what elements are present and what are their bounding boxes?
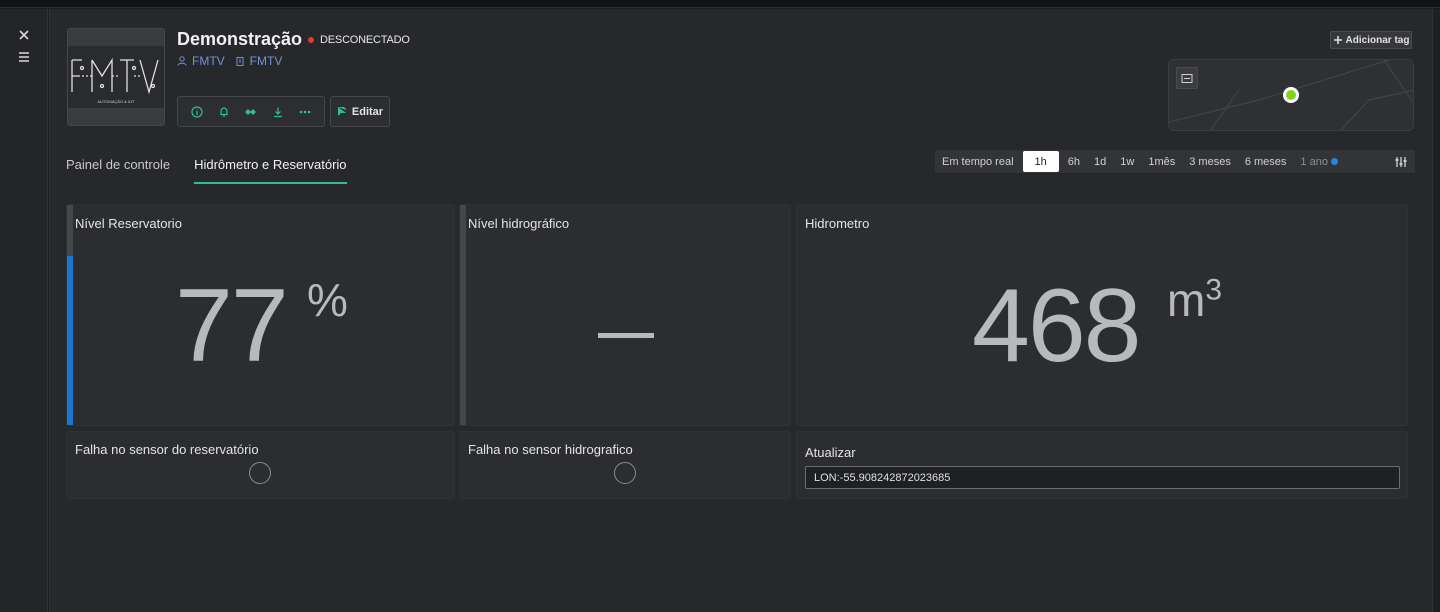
hydro-level-title: Nível hidrográfico [468, 216, 570, 231]
reservoir-level-card: Nível Reservatorio 77 % [66, 204, 455, 426]
reservoir-sensor-failure-card: Falha no sensor do reservatório [66, 431, 455, 499]
update-title: Atualizar [805, 445, 856, 460]
map-marker[interactable] [1283, 87, 1299, 103]
tab-hidrometro-reservatorio[interactable]: Hidrômetro e Reservatório [194, 157, 347, 184]
owners: FMTV FMTV [177, 54, 282, 68]
status-dot [308, 36, 315, 43]
reservoir-level-title: Nível Reservatorio [75, 216, 182, 231]
side-rail [0, 9, 48, 612]
hydro-level-empty-value [598, 333, 654, 338]
hydrometer-card: Hidrometro 468 m3 [796, 204, 1408, 426]
hydro-sensor-failure-title: Falha no sensor hidrografico [468, 442, 633, 457]
hydro-sensor-indicator [614, 462, 636, 484]
add-tag-button[interactable]: Adicionar tag [1330, 31, 1412, 49]
hydro-sensor-failure-card: Falha no sensor hidrografico [459, 431, 791, 499]
edit-button[interactable]: Editar [330, 96, 390, 127]
expand-map-icon[interactable] [1176, 67, 1198, 89]
title-row: Demonstração DESCONECTADO [177, 29, 410, 50]
action-toolbar [177, 96, 325, 127]
user-icon [177, 56, 187, 66]
range-indicator-dot [1330, 158, 1338, 165]
time-range-selector: Em tempo real 1h 6h 1d 1w 1mês 3 meses 6… [935, 150, 1415, 173]
device-title: Demonstração [177, 29, 303, 49]
reservoir-level-value: 77 [175, 268, 289, 384]
reservoir-gauge-fill [67, 255, 73, 425]
reservoir-sensor-failure-title: Falha no sensor do reservatório [75, 442, 259, 457]
range-3meses[interactable]: 3 meses [1182, 150, 1238, 173]
logo-caption: AUTOMAÇÃO & IOT [97, 99, 135, 104]
tab-bar: Painel de controle Hidrômetro e Reservat… [66, 157, 347, 184]
range-6meses[interactable]: 6 meses [1238, 150, 1294, 173]
device-logo: AUTOMAÇÃO & IOT [67, 28, 165, 126]
close-icon[interactable] [14, 25, 34, 45]
range-1w[interactable]: 1w [1113, 150, 1141, 173]
edit-icon [337, 107, 346, 116]
owner-org-link[interactable]: FMTV [235, 54, 282, 68]
bell-icon[interactable] [216, 104, 232, 120]
download-icon[interactable] [270, 104, 286, 120]
top-strip [0, 0, 1440, 8]
more-icon[interactable] [297, 104, 313, 120]
reservoir-sensor-indicator [249, 462, 271, 484]
adjust-icon[interactable] [1395, 156, 1407, 168]
plus-icon [1333, 36, 1342, 44]
range-1h[interactable]: 1h [1022, 151, 1059, 172]
owner-user-link[interactable]: FMTV [177, 54, 225, 68]
update-input[interactable]: LON:-55.908242872023685 [805, 466, 1400, 489]
reservoir-gauge [67, 205, 73, 425]
range-1mes[interactable]: 1mês [1141, 150, 1182, 173]
location-map[interactable] [1168, 59, 1414, 131]
hydrometer-unit: m3 [1167, 273, 1223, 326]
menu-icon[interactable] [14, 47, 34, 67]
building-icon [236, 57, 244, 66]
range-1d[interactable]: 1d [1087, 150, 1113, 173]
hydrometer-value: 468 [972, 268, 1142, 384]
right-edge [1433, 9, 1440, 612]
status-label: DESCONECTADO [320, 33, 410, 46]
hydrometer-title: Hidrometro [805, 216, 870, 231]
tab-painel-de-controle[interactable]: Painel de controle [66, 157, 170, 184]
info-icon[interactable] [189, 104, 205, 120]
main-panel: AUTOMAÇÃO & IOT Demonstração DESCONECTAD… [49, 9, 1433, 612]
api-icon[interactable] [243, 104, 259, 120]
range-6h[interactable]: 6h [1061, 150, 1087, 173]
range-realtime[interactable]: Em tempo real [935, 150, 1021, 173]
hydro-gauge [460, 205, 466, 425]
range-1ano[interactable]: 1 ano [1293, 150, 1345, 173]
update-card: Atualizar LON:-55.908242872023685 [796, 431, 1408, 499]
hydro-level-card: Nível hidrográfico [459, 204, 791, 426]
reservoir-level-unit: % [307, 274, 348, 326]
